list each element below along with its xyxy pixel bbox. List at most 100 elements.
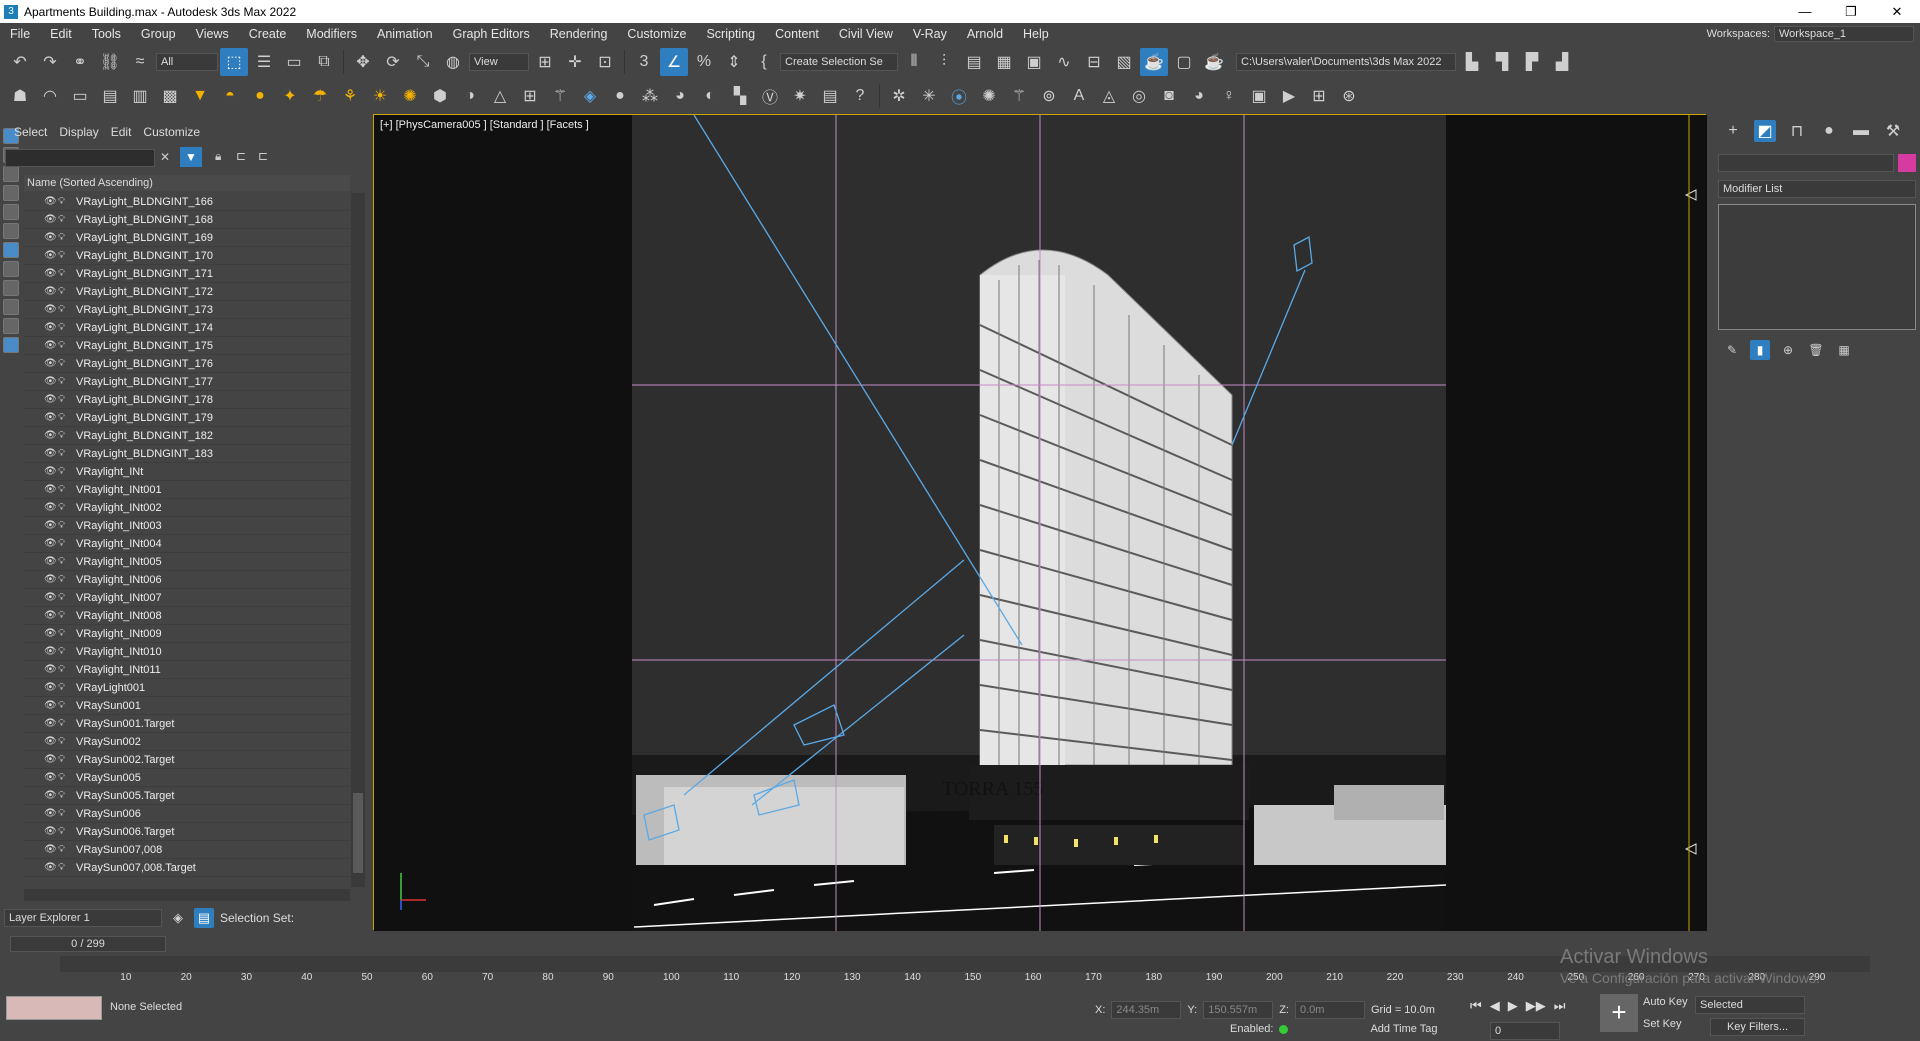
list-item[interactable]: 👁︎ 💡︎ VRaylight_INt010 xyxy=(24,643,350,661)
arnold-volume-icon[interactable]: ⊚ xyxy=(1035,82,1063,110)
visibility-eye-icon[interactable]: 👁︎ xyxy=(44,340,57,351)
list-item[interactable]: 👁︎ 💡︎ VRayLight_BLDNGINT_179 xyxy=(24,409,350,427)
menu-create[interactable]: Create xyxy=(239,27,297,41)
arnold-tools-icon[interactable]: ✷ xyxy=(786,82,814,110)
light-bulb-icon[interactable]: 💡︎ xyxy=(58,358,70,369)
goto-start-icon[interactable]: ⏮ xyxy=(1470,998,1482,1014)
object-color-swatch[interactable] xyxy=(1898,154,1916,172)
light-bulb-icon[interactable]: 💡︎ xyxy=(58,718,70,729)
list-horizontal-scrollbar[interactable] xyxy=(24,889,350,901)
light-bulb-icon[interactable]: 💡︎ xyxy=(58,214,70,225)
visibility-eye-icon[interactable]: 👁︎ xyxy=(44,286,57,297)
visibility-eye-icon[interactable]: 👁︎ xyxy=(44,502,57,513)
current-frame-field[interactable]: 0 xyxy=(1490,1022,1560,1040)
visibility-eye-icon[interactable]: 👁︎ xyxy=(44,808,57,819)
visibility-eye-icon[interactable]: 👁︎ xyxy=(44,826,57,837)
fur-icon[interactable]: ◑ xyxy=(456,82,484,110)
make-unique-icon[interactable]: ⊕ xyxy=(1778,340,1798,360)
material-editor-icon[interactable]: ▧ xyxy=(1110,48,1138,76)
pin-stack-icon[interactable]: ✎ xyxy=(1722,340,1742,360)
visibility-eye-icon[interactable]: 👁︎ xyxy=(44,394,57,405)
visibility-eye-icon[interactable]: 👁︎ xyxy=(44,520,57,531)
explorer-menu-display[interactable]: Display xyxy=(53,125,104,139)
modifier-list-dropdown[interactable]: Modifier List xyxy=(1718,180,1916,198)
asset-editor-icon[interactable]: ▤ xyxy=(96,82,124,110)
layers-icon[interactable]: ◈ xyxy=(168,908,188,928)
set-key-button[interactable]: Set Key xyxy=(1643,1018,1682,1030)
camera-icon[interactable]: ▩ xyxy=(156,82,184,110)
arnold-material-ball-icon[interactable]: ◕ xyxy=(1185,82,1213,110)
list-item[interactable]: 👁︎ 💡︎ VRayLight_BLDNGINT_176 xyxy=(24,355,350,373)
light-bulb-icon[interactable]: 💡︎ xyxy=(58,592,70,603)
visibility-eye-icon[interactable]: 👁︎ xyxy=(44,538,57,549)
light-bulb-icon[interactable]: 💡︎ xyxy=(58,646,70,657)
light-bulb-icon[interactable]: 💡︎ xyxy=(58,826,70,837)
percent-snap-icon[interactable]: % xyxy=(690,48,718,76)
light-bulb-icon[interactable]: 💡︎ xyxy=(58,520,70,531)
light-bulb-icon[interactable]: 💡︎ xyxy=(58,196,70,207)
arnold-grid-icon[interactable]: ⊞ xyxy=(1305,82,1333,110)
list-item[interactable]: 👁︎ 💡︎ VRaySun005.Target xyxy=(24,787,350,805)
visibility-eye-icon[interactable]: 👁︎ xyxy=(44,484,57,495)
viewport-camera[interactable]: TORRA 155 [+] [PhysCamera005 ] [Standard… xyxy=(373,114,1707,931)
vray-render-icon[interactable]: ◠ xyxy=(36,82,64,110)
curve-editor-icon[interactable]: ∿ xyxy=(1050,48,1078,76)
link-icon[interactable]: ⚭ xyxy=(66,48,94,76)
sphere-light-icon[interactable]: ● xyxy=(246,82,274,110)
light-bulb-icon[interactable]: 💡︎ xyxy=(58,304,70,315)
list-item[interactable]: 👁︎ 💡︎ VRaylight_INt001 xyxy=(24,481,350,499)
visibility-eye-icon[interactable]: 👁︎ xyxy=(44,646,57,657)
visibility-eye-icon[interactable]: 👁︎ xyxy=(44,268,57,279)
list-item[interactable]: 👁︎ 💡︎ VRaylight_INt011 xyxy=(24,661,350,679)
menu-vray[interactable]: V-Ray xyxy=(903,27,957,41)
scene-explorer-toggle-icon[interactable]: ▤ xyxy=(194,908,214,928)
visibility-eye-icon[interactable]: 👁︎ xyxy=(44,448,57,459)
explorer-search-input[interactable] xyxy=(5,149,155,167)
named-selection-sets-dropdown[interactable]: Create Selection Se xyxy=(780,53,898,71)
list-item[interactable]: 👁︎ 💡︎ VRayLight_BLDNGINT_170 xyxy=(24,247,350,265)
light-bulb-icon[interactable]: 💡︎ xyxy=(58,556,70,567)
visibility-eye-icon[interactable]: 👁︎ xyxy=(44,214,57,225)
arnold-photometric-icon[interactable]: ⦿ xyxy=(945,82,973,110)
light-bulb-icon[interactable]: 💡︎ xyxy=(58,322,70,333)
menu-views[interactable]: Views xyxy=(186,27,239,41)
select-manipulate-icon[interactable]: ✛ xyxy=(561,48,589,76)
list-item[interactable]: 👁︎ 💡︎ VRaylight_INt002 xyxy=(24,499,350,517)
menu-modifiers[interactable]: Modifiers xyxy=(296,27,367,41)
list-item[interactable]: 👁︎ 💡︎ VRaylight_INt xyxy=(24,463,350,481)
menu-graph-editors[interactable]: Graph Editors xyxy=(443,27,540,41)
hierarchy-tab-icon[interactable]: ⊓ xyxy=(1786,120,1808,142)
visibility-eye-icon[interactable]: 👁︎ xyxy=(44,718,57,729)
visibility-eye-icon[interactable]: 👁︎ xyxy=(44,772,57,783)
create-tab-icon[interactable]: + xyxy=(1722,120,1744,142)
list-item[interactable]: 👁︎ 💡︎ VRaySun007,008 xyxy=(24,841,350,859)
menu-edit[interactable]: Edit xyxy=(40,27,82,41)
visibility-eye-icon[interactable]: 👁︎ xyxy=(44,790,57,801)
menu-rendering[interactable]: Rendering xyxy=(540,27,618,41)
lister-icon[interactable]: ▥ xyxy=(126,82,154,110)
light-bulb-icon[interactable]: 💡︎ xyxy=(58,790,70,801)
key-filters-button[interactable]: Key Filters... xyxy=(1710,1018,1805,1036)
render-setup-icon[interactable]: ☕ xyxy=(1140,48,1168,76)
scatter-icon[interactable]: ⚚ xyxy=(546,82,574,110)
pivot-center-icon[interactable]: ⊞ xyxy=(531,48,559,76)
viewport-label[interactable]: [+] [PhysCamera005 ] [Standard ] [Facets… xyxy=(380,119,589,131)
rect-selection-icon[interactable]: ▭ xyxy=(280,48,308,76)
menu-animation[interactable]: Animation xyxy=(367,27,443,41)
scale-icon[interactable]: ⤡ xyxy=(409,48,437,76)
menu-content[interactable]: Content xyxy=(765,27,829,41)
list-item[interactable]: 👁︎ 💡︎ VRayLight_BLDNGINT_182 xyxy=(24,427,350,445)
menu-customize[interactable]: Customize xyxy=(617,27,696,41)
list-item[interactable]: 👁︎ 💡︎ VRaylight_INt007 xyxy=(24,589,350,607)
visibility-eye-icon[interactable]: 👁︎ xyxy=(44,682,57,693)
light-bulb-icon[interactable]: 💡︎ xyxy=(58,700,70,711)
list-item[interactable]: 👁︎ 💡︎ VRayLight_BLDNGINT_169 xyxy=(24,229,350,247)
light-bulb-icon[interactable]: 💡︎ xyxy=(58,682,70,693)
arnold-text-icon[interactable]: A xyxy=(1065,82,1093,110)
list-item[interactable]: 👁︎ 💡︎ VRaylight_INt006 xyxy=(24,571,350,589)
schematic-view-icon[interactable]: ⊟ xyxy=(1080,48,1108,76)
light-bulb-icon[interactable]: 💡︎ xyxy=(58,430,70,441)
light-bulb-icon[interactable]: 💡︎ xyxy=(58,340,70,351)
visibility-eye-icon[interactable]: 👁︎ xyxy=(44,466,57,477)
vray-sun-icon[interactable]: ☀ xyxy=(366,82,394,110)
